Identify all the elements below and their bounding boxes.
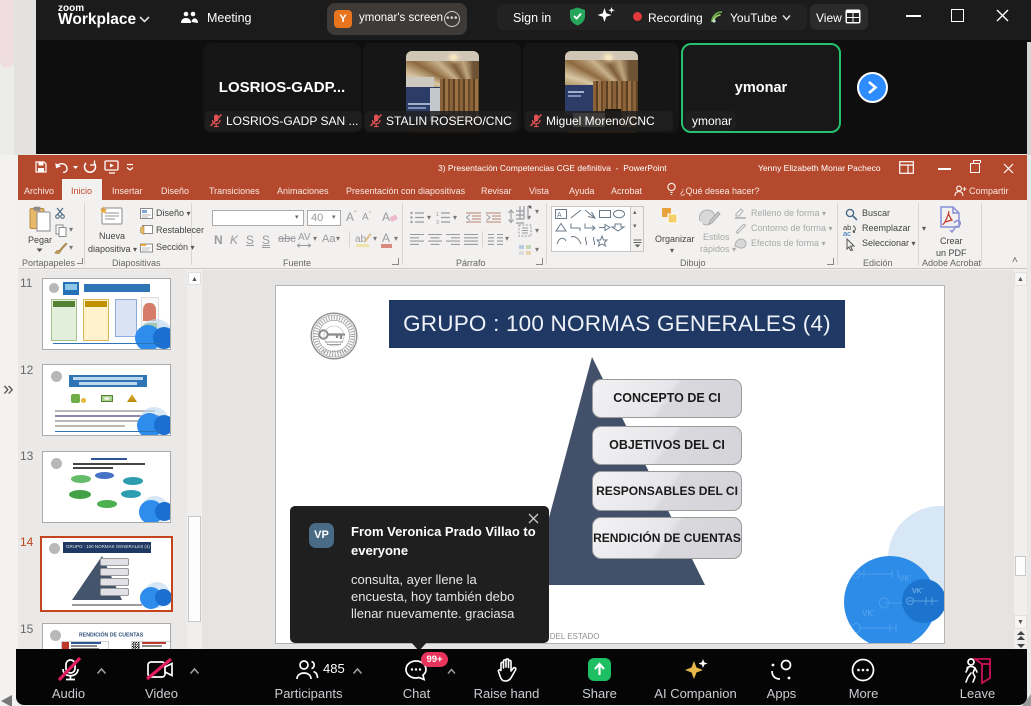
svg-text:VK′: VK′ (912, 588, 923, 595)
svg-text:1: 1 (436, 212, 439, 218)
svg-text:E C U A D O R: E C U A D O R (323, 350, 347, 354)
svg-text:VK′: VK′ (899, 574, 912, 583)
svg-text:ac: ac (843, 229, 851, 236)
svg-text:VK′: VK′ (862, 609, 875, 618)
svg-text:A: A (382, 210, 390, 224)
svg-text:ab: ab (355, 234, 367, 245)
svg-text:A: A (557, 212, 562, 219)
svg-text:3: 3 (436, 220, 439, 224)
